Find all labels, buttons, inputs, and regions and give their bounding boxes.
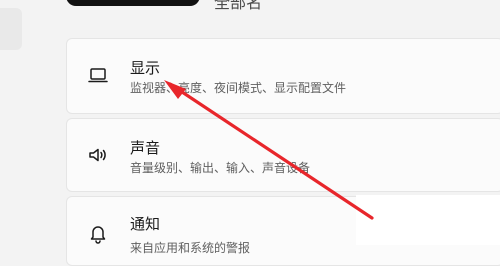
blank-overlay <box>356 195 500 245</box>
bell-icon <box>86 221 110 245</box>
display-subtitle: 监视器、亮度、夜间模式、显示配置文件 <box>130 81 347 95</box>
top-card-dark[interactable] <box>66 0 200 6</box>
left-nav-item[interactable] <box>0 8 22 50</box>
notifications-title: 通知 <box>130 215 161 233</box>
notifications-subtitle: 来自应用和系统的警报 <box>130 241 251 255</box>
sound-subtitle: 音量级别、输出、输入、声音设备 <box>130 161 311 175</box>
monitor-icon <box>86 63 110 87</box>
sound-title: 声音 <box>130 139 161 157</box>
top-item-label: 全部名 <box>214 0 263 12</box>
settings-card-display[interactable]: 显示 监视器、亮度、夜间模式、显示配置文件 <box>66 38 500 114</box>
settings-card-sound[interactable]: 声音 音量级别、输出、输入、声音设备 <box>66 118 500 192</box>
display-title: 显示 <box>130 59 161 77</box>
speaker-icon <box>86 143 110 167</box>
